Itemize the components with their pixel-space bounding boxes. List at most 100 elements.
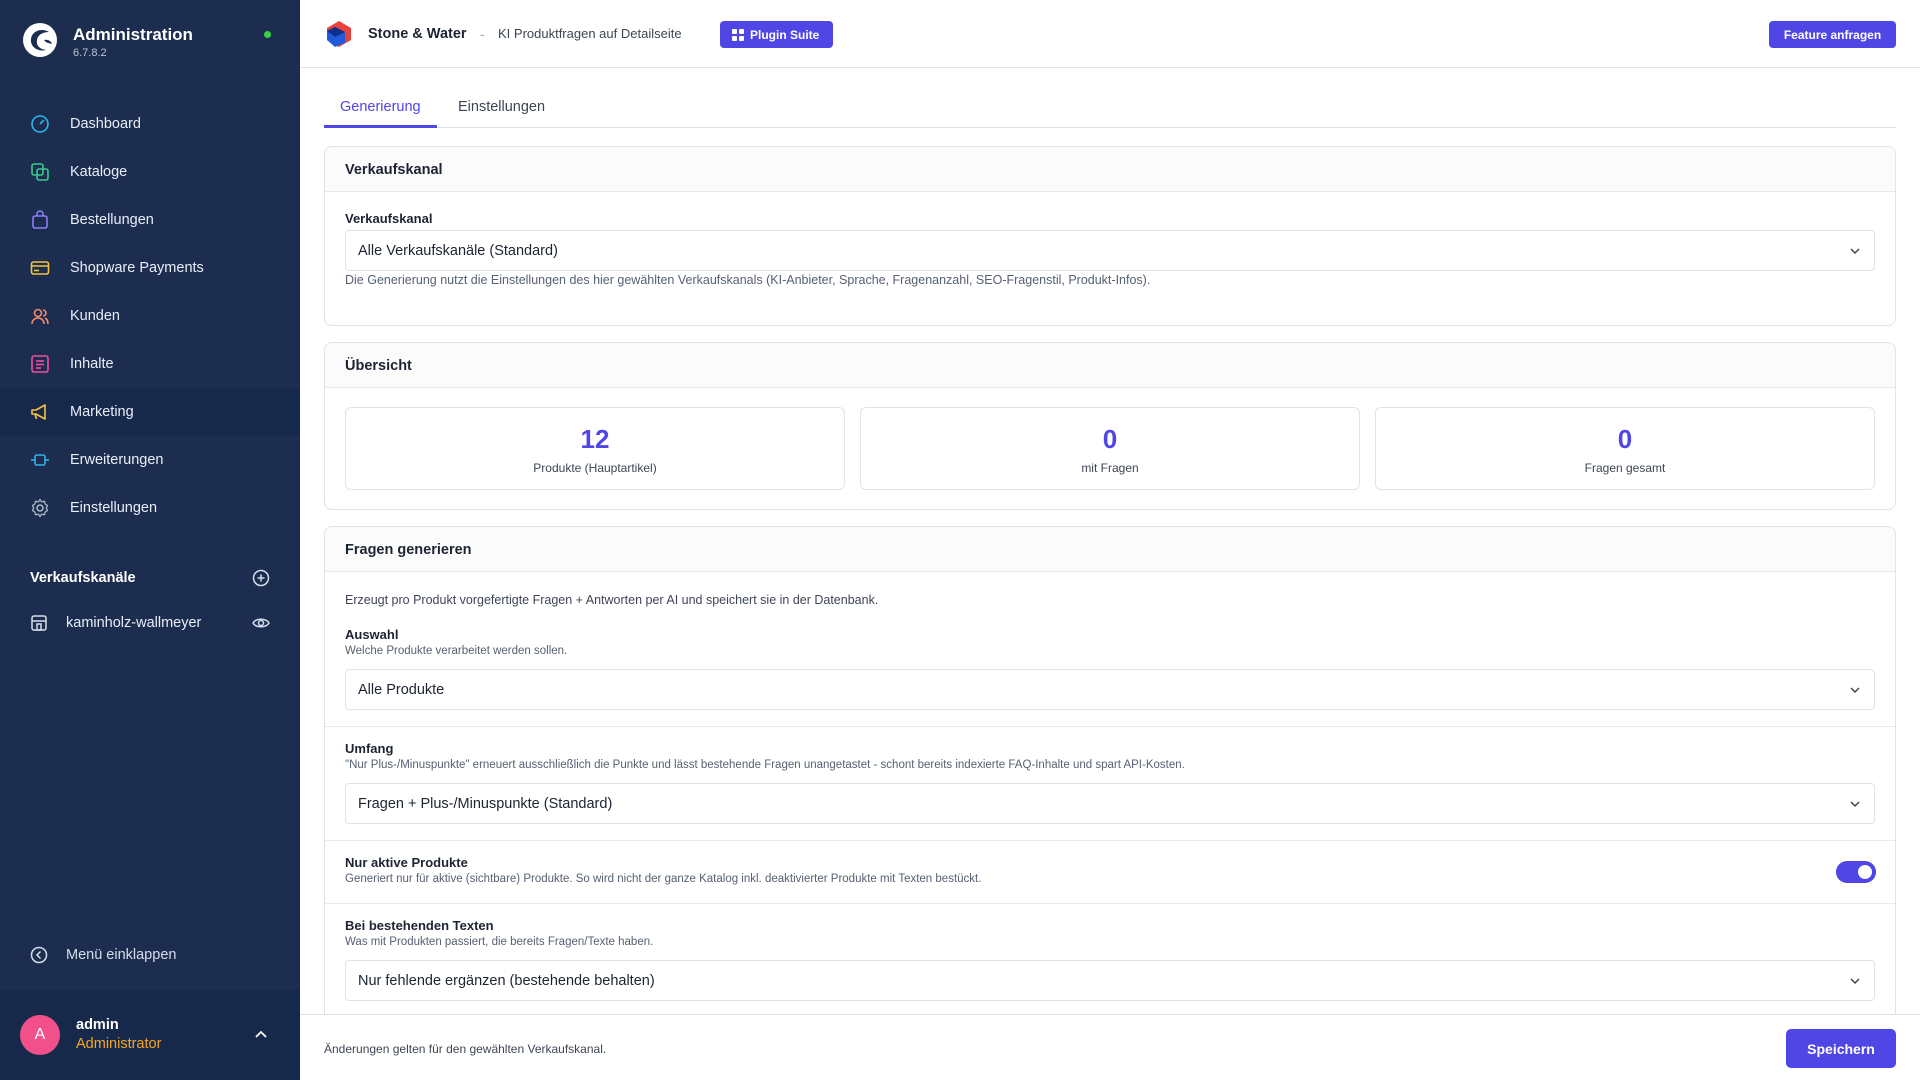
dashboard-icon [30,114,50,134]
chevron-down-icon [1850,801,1860,808]
sidebar-item-bestellungen[interactable]: Bestellungen [0,196,300,244]
stat-value: 0 [1102,424,1118,454]
existing-texts-select[interactable]: Nur fehlende ergänzen (bestehende behalt… [345,960,1875,1001]
scope-select[interactable]: Fragen + Plus-/Minuspunkte (Standard) [345,783,1875,824]
content-icon [30,354,50,374]
main-nav: Dashboard Kataloge Bestellungen Shopware… [0,100,300,532]
topbar: Stone & Water - KI Produktfragen auf Det… [300,0,1920,68]
user-name: admin [76,1017,119,1033]
field-help: Welche Produkte verarbeitet werden solle… [345,645,568,657]
select-value: Fragen + Plus-/Minuspunkte (Standard) [358,795,613,812]
stat-value: 12 [580,424,610,454]
status-indicator [264,31,271,38]
storefront-icon [31,615,47,631]
feature-request-button[interactable]: Feature anfragen [1769,21,1896,48]
sidebar-item-dashboard[interactable]: Dashboard [0,100,300,148]
avatar: A [20,1015,60,1055]
sales-channel-select[interactable]: Alle Verkaufskanäle (Standard) [345,230,1875,271]
chevron-down-icon [1850,248,1860,255]
sidebar-item-label: Inhalte [70,356,114,372]
action-footer: Änderungen gelten für den gewählten Verk… [300,1014,1920,1080]
toggle-knob [1858,865,1872,879]
stat-products: 12 Produkte (Hauptartikel) [345,407,845,490]
megaphone-icon [30,402,50,422]
sales-channel-card: Verkaufskanal Verkaufskanal Alle Verkauf… [324,146,1896,326]
user-role: Administrator [76,1036,162,1052]
sidebar-item-label: Shopware Payments [70,260,204,276]
sidebar-item-kataloge[interactable]: Kataloge [0,148,300,196]
eye-icon[interactable] [252,614,270,632]
chevron-up-icon[interactable] [252,1026,270,1044]
sidebar-item-marketing[interactable]: Marketing [0,388,300,436]
sidebar-item-erweiterungen[interactable]: Erweiterungen [0,436,300,484]
sidebar-item-einstellungen[interactable]: Einstellungen [0,484,300,532]
tab-einstellungen[interactable]: Einstellungen [442,90,561,128]
brand-name: Stone & Water [368,26,467,42]
field-help: Die Generierung nutzt die Einstellungen … [345,273,1151,287]
selection-select[interactable]: Alle Produkte [345,669,1875,710]
sidebar-item-label: Marketing [70,404,134,420]
stat-value: 0 [1617,424,1633,454]
collapse-menu-label: Menü einklappen [66,947,177,963]
add-circle-icon[interactable] [252,569,270,587]
card-title: Verkaufskanal [325,147,1895,192]
sidebar-item-kunden[interactable]: Kunden [0,292,300,340]
select-value: Nur fehlende ergänzen (bestehende behalt… [358,972,655,989]
divider [325,726,1895,727]
stone-water-logo-icon [327,21,351,47]
sidebar-item-label: Kataloge [70,164,128,180]
sidebar-item-label: Einstellungen [70,500,158,516]
users-icon [30,306,50,326]
divider [325,840,1895,841]
sidebar: Administration 6.7.8.2 Dashboard Katalog… [0,0,300,1080]
select-value: Alle Verkaufskanäle (Standard) [358,242,558,259]
credit-card-icon [30,258,50,278]
stat-with-questions: 0 mit Fragen [860,407,1360,490]
shopware-logo-icon[interactable] [22,22,58,58]
sales-channels-header: Verkaufskanäle [30,568,270,588]
chevron-down-icon [1850,978,1860,985]
generate-card: Fragen generieren Erzeugt pro Produkt vo… [324,526,1896,1026]
sidebar-item-inhalte[interactable]: Inhalte [0,340,300,388]
gear-icon [30,498,50,518]
field-label: Bei bestehenden Texten [345,918,494,933]
chevron-down-icon [1850,687,1860,694]
sidebar-item-shopware-payments[interactable]: Shopware Payments [0,244,300,292]
card-title: Übersicht [325,343,1895,388]
stat-questions-total: 0 Fragen gesamt [1375,407,1875,490]
sidebar-item-label: Kunden [70,308,120,324]
brand-separator: - [480,26,485,42]
card-title: Fragen generieren [325,527,1895,572]
tab-bar: Generierung Einstellungen [324,90,1896,128]
plugin-subtitle: KI Produktfragen auf Detailseite [498,26,682,41]
catalog-icon [30,162,50,182]
sidebar-item-label: Erweiterungen [70,452,164,468]
footer-note: Änderungen gelten für den gewählten Verk… [324,1042,607,1056]
overview-card: Übersicht 12 Produkte (Hauptartikel) 0 m… [324,342,1896,510]
select-value: Alle Produkte [358,681,445,698]
plugin-suite-button[interactable]: Plugin Suite [720,21,834,48]
app-version: 6.7.8.2 [73,47,107,59]
field-help: "Nur Plus-/Minuspunkte" erneuert ausschl… [345,759,1185,771]
user-menu[interactable]: A admin Administrator [0,990,300,1080]
shopping-bag-icon [30,210,50,230]
sales-channel-item[interactable]: kaminholz-wallmeyer [30,612,270,634]
sales-channels-title: Verkaufskanäle [30,570,136,586]
stat-label: mit Fragen [1081,461,1139,475]
field-label: Verkaufskanal [345,211,433,226]
collapse-menu-button[interactable]: Menü einklappen [30,946,176,964]
stat-label: Fragen gesamt [1584,461,1666,475]
tab-generierung[interactable]: Generierung [324,90,437,128]
sidebar-item-label: Bestellungen [70,212,154,228]
sidebar-header: Administration 6.7.8.2 [0,0,300,88]
save-button[interactable]: Speichern [1786,1029,1896,1068]
generate-intro: Erzeugt pro Produkt vorgefertigte Fragen… [345,593,879,607]
active-only-toggle[interactable] [1836,861,1876,883]
plug-icon [30,450,50,470]
field-label: Nur aktive Produkte [345,855,468,870]
sales-channel-label: kaminholz-wallmeyer [66,615,202,631]
stat-label: Produkte (Hauptartikel) [533,461,657,475]
chevron-left-circle-icon [30,946,48,964]
sidebar-item-label: Dashboard [70,116,141,132]
field-help: Was mit Produkten passiert, die bereits … [345,936,654,948]
